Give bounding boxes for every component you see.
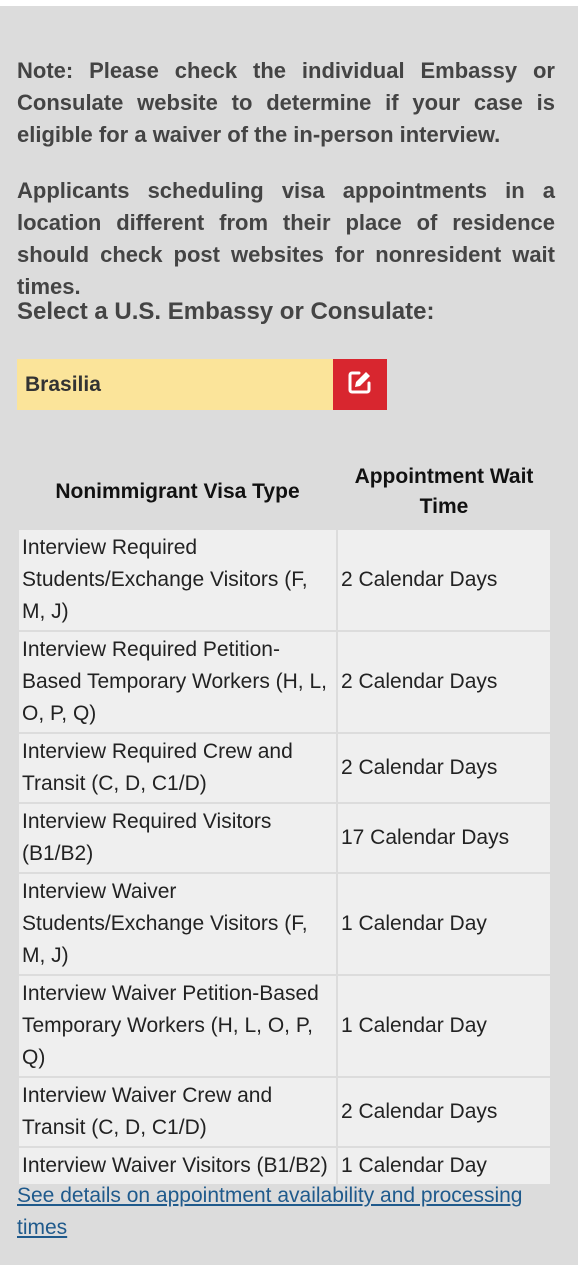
embassy-selector: Brasilia: [17, 359, 387, 410]
interview-waiver-note: Note: Please check the individual Embass…: [17, 58, 555, 147]
wait-time-header: Appointment Wait Time: [354, 465, 534, 518]
wait-times-table: Nonimmigrant Visa Type Appointment Wait …: [17, 458, 552, 1186]
appointment-details-link[interactable]: See details on appointment availability …: [17, 1180, 547, 1244]
visa-type-cell: Interview Required Visitors (B1/B2): [19, 804, 336, 872]
table-row: Interview Waiver Students/Exchange Visit…: [19, 874, 550, 974]
wait-time-cell: 1 Calendar Day: [337, 976, 550, 1076]
edit-embassy-button[interactable]: [333, 359, 387, 410]
table-row: Interview Required Petition-Based Tempor…: [19, 632, 550, 732]
table-row: Interview Waiver Visitors (B1/B2) 1 Cale…: [19, 1148, 550, 1184]
visa-type-header: Nonimmigrant Visa Type: [55, 480, 300, 503]
visa-type-cell: Interview Waiver Crew and Transit (C, D,…: [19, 1078, 336, 1146]
visa-wait-times-panel: Note: Please check the individual Embass…: [0, 6, 578, 1265]
wait-time-cell: 1 Calendar Day: [337, 1148, 550, 1184]
visa-type-cell: Interview Waiver Visitors (B1/B2): [19, 1148, 336, 1184]
table-row: Interview Waiver Crew and Transit (C, D,…: [19, 1078, 550, 1146]
wait-time-cell: 2 Calendar Days: [337, 734, 550, 802]
edit-icon: [347, 369, 373, 400]
wait-time-cell: 2 Calendar Days: [337, 1078, 550, 1146]
visa-type-cell: Interview Waiver Petition-Based Temporar…: [19, 976, 336, 1076]
table-row: Interview Required Students/Exchange Vis…: [19, 530, 550, 630]
visa-type-cell: Interview Required Students/Exchange Vis…: [19, 530, 336, 630]
wait-time-cell: 1 Calendar Day: [337, 874, 550, 974]
visa-type-cell: Interview Required Crew and Transit (C, …: [19, 734, 336, 802]
visa-type-cell: Interview Required Petition-Based Tempor…: [19, 632, 336, 732]
table-row: Interview Required Crew and Transit (C, …: [19, 734, 550, 802]
table-row: Interview Required Visitors (B1/B2) 17 C…: [19, 804, 550, 872]
selected-embassy-field[interactable]: Brasilia: [17, 359, 333, 410]
nonresident-note: Applicants scheduling visa appointments …: [17, 178, 555, 299]
select-embassy-label: Select a U.S. Embassy or Consulate:: [17, 298, 435, 325]
wait-time-cell: 2 Calendar Days: [337, 530, 550, 630]
table-header-row: Nonimmigrant Visa Type Appointment Wait …: [19, 460, 550, 528]
wait-time-cell: 2 Calendar Days: [337, 632, 550, 732]
table-row: Interview Waiver Petition-Based Temporar…: [19, 976, 550, 1076]
visa-type-cell: Interview Waiver Students/Exchange Visit…: [19, 874, 336, 974]
wait-time-cell: 17 Calendar Days: [337, 804, 550, 872]
